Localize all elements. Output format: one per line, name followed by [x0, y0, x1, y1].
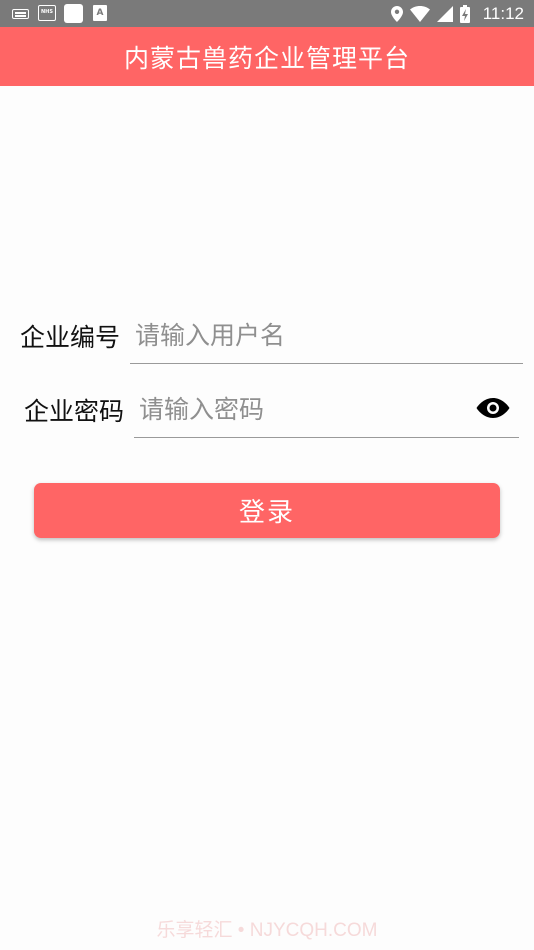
- page-title: 内蒙古兽药企业管理平台: [123, 43, 410, 73]
- news-icon: NHS: [38, 5, 56, 21]
- location-icon: [390, 5, 403, 22]
- username-underline: [130, 363, 523, 364]
- watermark: 乐享轻汇 • NJYCQH.COM: [156, 920, 378, 941]
- status-bar: NHS A 11:12: [0, 0, 534, 27]
- app-bar: 内蒙古兽药企业管理平台: [0, 27, 534, 86]
- eye-icon[interactable]: [476, 396, 510, 420]
- status-time: 11:12: [482, 3, 524, 23]
- cell-signal-icon: [436, 5, 453, 22]
- password-label: 企业密码: [24, 397, 125, 426]
- username-input[interactable]: [135, 315, 520, 355]
- a-icon: A: [93, 5, 107, 21]
- username-label: 企业编号: [20, 323, 121, 352]
- blank-app-icon: [64, 4, 83, 23]
- keyboard-icon: [12, 9, 29, 19]
- login-screen: NHS A 11:12 内蒙古兽药企业管理平台 企业编号 请输入用户名 企业密码…: [0, 0, 534, 950]
- wifi-icon: [409, 5, 430, 22]
- login-button[interactable]: 登录: [34, 483, 500, 538]
- password-underline: [134, 437, 519, 438]
- battery-charging-icon: [459, 4, 470, 23]
- password-input[interactable]: [139, 389, 469, 429]
- status-bar-right: 11:12: [390, 0, 524, 27]
